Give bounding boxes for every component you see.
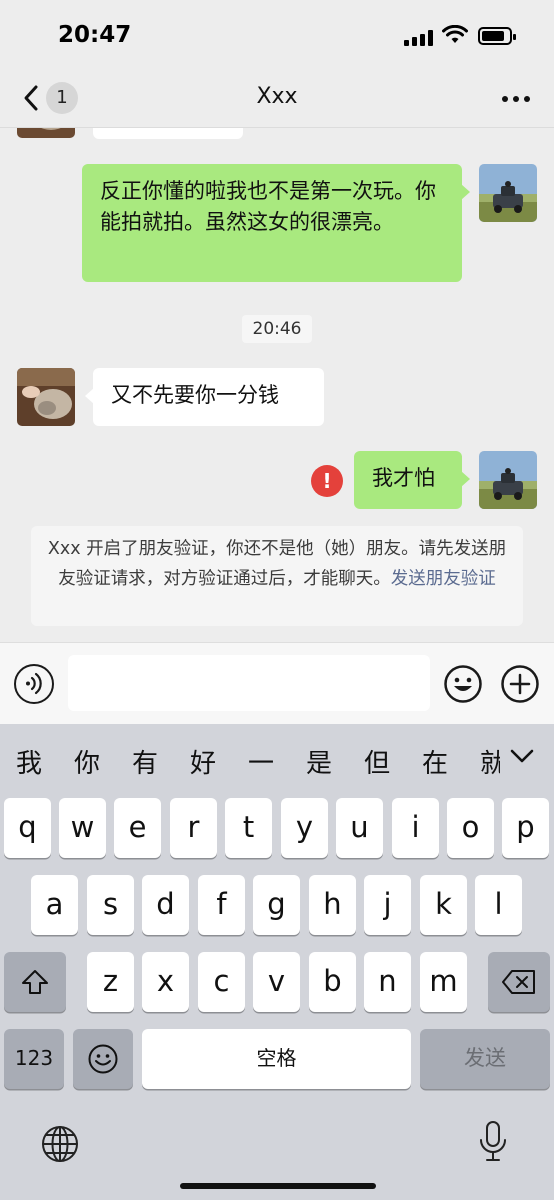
candidate-word[interactable]: 你 — [74, 743, 100, 780]
key-a[interactable]: a — [31, 875, 78, 935]
key-f[interactable]: f — [198, 875, 245, 935]
friend-verification-notice: Xxx 开启了朋友验证，你还不是他（她）朋友。请先发送朋友验证请求，对方验证通过… — [31, 526, 523, 626]
shift-key[interactable] — [4, 952, 66, 1012]
back-icon[interactable] — [18, 82, 44, 114]
candidate-word[interactable]: 我 — [16, 743, 42, 780]
previous-message-bubble — [93, 128, 243, 139]
signal-icon — [404, 30, 434, 46]
emoji-keyboard-key[interactable] — [73, 1029, 133, 1089]
key-q[interactable]: q — [4, 798, 51, 858]
key-p[interactable]: p — [502, 798, 549, 858]
plus-icon[interactable] — [500, 664, 540, 704]
chat-header: 1 Xxx — [0, 70, 554, 128]
incoming-message[interactable]: 又不先要你一分钱 — [85, 368, 324, 426]
backspace-key[interactable] — [488, 952, 550, 1012]
key-k[interactable]: k — [420, 875, 467, 935]
send-key[interactable]: 发送 — [420, 1029, 550, 1089]
key-n[interactable]: n — [364, 952, 411, 1012]
battery-icon — [478, 27, 516, 45]
chat-title: Xxx — [256, 84, 298, 109]
emoji-keyboard-icon — [88, 1044, 118, 1074]
candidate-word[interactable]: 就 — [480, 743, 500, 780]
space-key[interactable]: 空格 — [142, 1029, 411, 1089]
outgoing-message[interactable]: 反正你懂的啦我也不是第一次玩。你能拍就拍。虽然这女的很漂亮。 — [82, 164, 470, 282]
message-text: 又不先要你一分钱 — [111, 383, 279, 407]
unread-badge[interactable]: 1 — [46, 82, 78, 114]
key-u[interactable]: u — [336, 798, 383, 858]
candidate-word[interactable]: 在 — [422, 743, 448, 780]
status-bar: 20:47 — [0, 0, 554, 70]
backspace-icon — [502, 970, 535, 994]
more-icon[interactable] — [496, 88, 536, 110]
key-r[interactable]: r — [170, 798, 217, 858]
my-avatar[interactable] — [479, 164, 537, 222]
chat-area[interactable]: 反正你懂的啦我也不是第一次玩。你能拍就拍。虽然这女的很漂亮。 20:46 又不先… — [0, 128, 554, 642]
key-m[interactable]: m — [420, 952, 467, 1012]
key-e[interactable]: e — [114, 798, 161, 858]
key-x[interactable]: x — [142, 952, 189, 1012]
keyboard: 我 你 有 好 一 是 但 在 就 q w e r t y u i o p a … — [0, 724, 554, 1200]
status-time: 20:47 — [58, 22, 132, 48]
key-l[interactable]: l — [475, 875, 522, 935]
candidate-word[interactable]: 但 — [364, 743, 390, 780]
message-text: 反正你懂的啦我也不是第一次玩。你能拍就拍。虽然这女的很漂亮。 — [100, 179, 436, 234]
key-s[interactable]: s — [87, 875, 134, 935]
outgoing-message[interactable]: 我才怕 — [354, 451, 470, 509]
candidate-word[interactable]: 一 — [248, 743, 274, 780]
key-v[interactable]: v — [253, 952, 300, 1012]
input-bar — [0, 642, 554, 724]
home-indicator — [180, 1183, 376, 1189]
candidate-bar: 我 你 有 好 一 是 但 在 就 — [0, 724, 554, 796]
key-w[interactable]: w — [59, 798, 106, 858]
key-d[interactable]: d — [142, 875, 189, 935]
key-b[interactable]: b — [309, 952, 356, 1012]
emoji-icon[interactable] — [443, 664, 483, 704]
contact-avatar[interactable] — [17, 128, 75, 138]
send-failed-icon[interactable]: ! — [311, 465, 343, 497]
candidate-word[interactable]: 有 — [132, 743, 158, 780]
key-g[interactable]: g — [253, 875, 300, 935]
send-verification-link[interactable]: 发送朋友验证 — [391, 569, 496, 589]
key-t[interactable]: t — [225, 798, 272, 858]
key-y[interactable]: y — [281, 798, 328, 858]
numbers-key[interactable]: 123 — [4, 1029, 64, 1089]
key-h[interactable]: h — [309, 875, 356, 935]
candidate-word[interactable]: 好 — [190, 743, 216, 780]
message-input[interactable] — [68, 655, 430, 711]
mic-icon[interactable] — [478, 1120, 508, 1164]
globe-icon[interactable] — [40, 1124, 80, 1164]
key-o[interactable]: o — [447, 798, 494, 858]
message-text: 我才怕 — [372, 466, 435, 490]
my-avatar[interactable] — [479, 451, 537, 509]
key-z[interactable]: z — [87, 952, 134, 1012]
message-timestamp: 20:46 — [242, 315, 312, 343]
key-i[interactable]: i — [392, 798, 439, 858]
contact-avatar[interactable] — [17, 368, 75, 426]
voice-icon[interactable] — [14, 664, 54, 704]
key-c[interactable]: c — [198, 952, 245, 1012]
shift-icon — [22, 970, 48, 994]
key-j[interactable]: j — [364, 875, 411, 935]
chevron-down-icon[interactable] — [508, 744, 536, 768]
candidate-word[interactable]: 是 — [306, 743, 332, 780]
wifi-icon — [442, 25, 468, 43]
